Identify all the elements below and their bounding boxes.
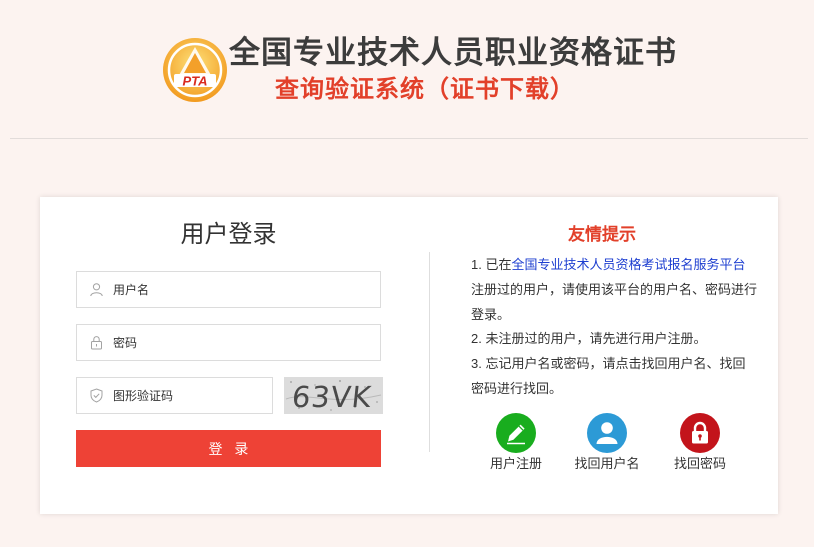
tip-2-line-1: 2. 未注册过的用户，请先进行用户注册。	[471, 331, 707, 347]
tip-1-line-3: 登录。	[471, 306, 511, 322]
password-input[interactable]	[113, 325, 372, 360]
tip-1-line-2: 注册过的用户，请使用该平台的用户名、密码进行	[471, 281, 758, 297]
login-title: 用户登录	[180, 221, 277, 248]
logo-text: PTA	[182, 74, 207, 89]
login-card: 用户登录 63VK 登 录	[40, 197, 778, 514]
tip-3-line-2: 密码进行找回。	[471, 380, 563, 396]
username-field[interactable]	[76, 271, 381, 308]
exam-platform-link[interactable]: 全国专业技术人员资格考试报名服务平台	[511, 257, 745, 272]
tip-1-line-1: 1. 已在全国专业技术人员资格考试报名服务平台	[471, 253, 757, 278]
user-icon	[89, 282, 104, 297]
captcha-field[interactable]	[76, 377, 273, 414]
vertical-divider	[429, 252, 430, 452]
captcha-input[interactable]	[113, 378, 264, 413]
username-input[interactable]	[113, 272, 372, 307]
tips-list: 1. 已在全国专业技术人员资格考试报名服务平台 注册过的用户，请使用该平台的用户…	[471, 253, 757, 402]
shield-check-icon	[89, 388, 104, 403]
recover-password-link[interactable]: 找回密码	[655, 413, 745, 472]
tip-1-prefix: 1. 已在	[471, 257, 512, 272]
password-field[interactable]	[76, 324, 381, 361]
register-label[interactable]: 用户注册	[471, 456, 561, 472]
captcha-image[interactable]: 63VK	[284, 377, 383, 414]
login-button[interactable]: 登 录	[76, 430, 381, 467]
lock-icon[interactable]	[680, 413, 720, 453]
tips-title: 友情提示	[568, 225, 636, 244]
lock-icon	[89, 335, 104, 350]
register-link[interactable]: 用户注册	[471, 413, 561, 472]
pta-logo: PTA	[162, 37, 228, 103]
header-divider	[10, 138, 808, 139]
captcha-text: 63VK	[290, 380, 373, 414]
recover-password-label[interactable]: 找回密码	[655, 456, 745, 472]
recover-username-link[interactable]: 找回用户名	[562, 413, 652, 472]
pencil-icon[interactable]	[496, 413, 536, 453]
tip-3-line-1: 3. 忘记用户名或密码，请点击找回用户名、找回	[471, 356, 746, 372]
page-subtitle: 查询验证系统（证书下载）	[275, 76, 575, 103]
user-icon[interactable]	[587, 413, 627, 453]
page-title: 全国专业技术人员职业资格证书	[229, 35, 677, 70]
recover-username-label[interactable]: 找回用户名	[562, 456, 652, 472]
